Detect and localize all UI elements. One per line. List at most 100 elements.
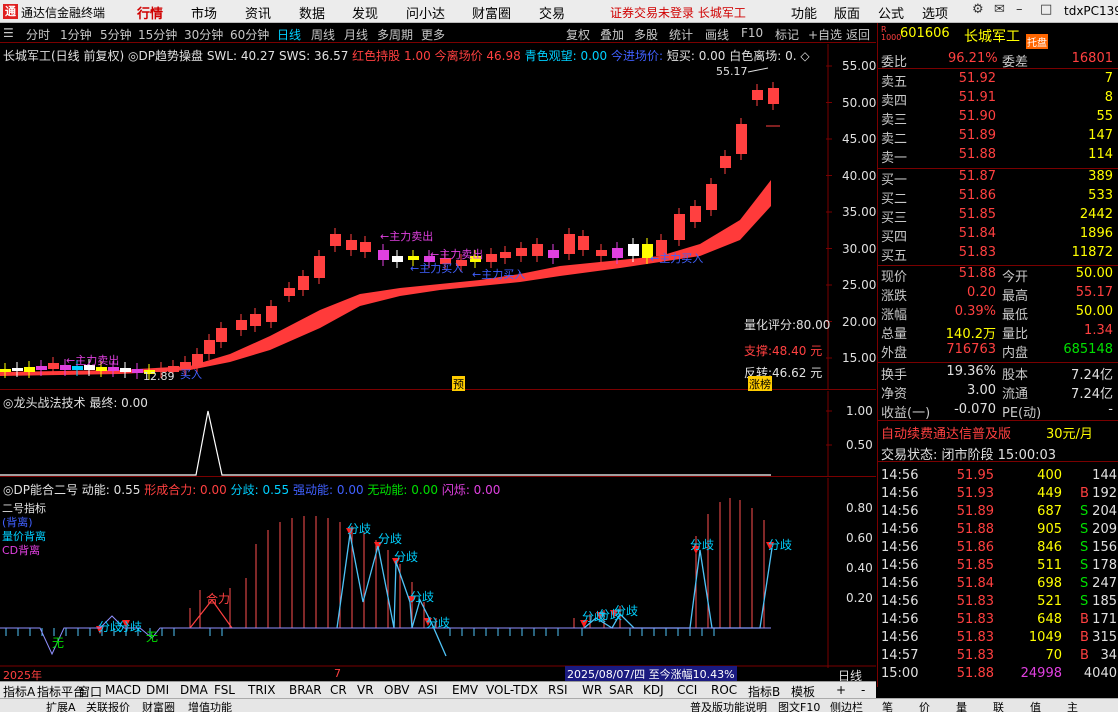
stock-header: R 1000 601606 长城军工 托盘 <box>878 26 1118 49</box>
toolbar-adjust[interactable]: 复权 <box>566 26 590 43</box>
bid-row[interactable]: 买一 51.87 389 <box>878 169 1118 188</box>
bid-row[interactable]: 买四 51.84 1896 <box>878 226 1118 245</box>
menu-layout[interactable]: 版面 <box>834 3 860 22</box>
bottom-tab[interactable]: 扩展A <box>46 699 76 712</box>
indicator-tab[interactable]: ROC <box>711 683 737 697</box>
quote-tab[interactable]: 主 <box>1067 699 1078 712</box>
indicator-tab[interactable]: DMI <box>146 683 169 697</box>
menu-wealth[interactable]: 财富圈 <box>472 3 511 22</box>
indicator-tab[interactable]: VOL-TDX <box>486 683 538 697</box>
indicator-tab-right[interactable]: + <box>836 683 846 697</box>
period-multi[interactable]: 多周期 <box>377 26 413 43</box>
price-tick: 55.00 <box>842 59 877 73</box>
toolbar-draw[interactable]: 画线 <box>705 26 729 43</box>
toolbar-mark[interactable]: 标记 <box>775 26 799 43</box>
quote-tab[interactable]: 联 <box>993 699 1004 712</box>
toolbar-overlay[interactable]: 叠加 <box>600 26 624 43</box>
indicator-tab[interactable]: DMA <box>180 683 208 697</box>
indicator-tab[interactable]: VR <box>357 683 374 697</box>
bid-row[interactable]: 买五 51.83 11872 <box>878 245 1118 264</box>
period-5min[interactable]: 5分钟 <box>100 26 132 43</box>
toolbar-stats[interactable]: 统计 <box>669 26 693 43</box>
indicator-tab[interactable]: CCI <box>677 683 697 697</box>
indicator-tab[interactable]: SAR <box>609 683 633 697</box>
bid-row[interactable]: 买二 51.86 533 <box>878 188 1118 207</box>
period-1min[interactable]: 1分钟 <box>60 26 92 43</box>
menu-market[interactable]: 市场 <box>191 3 217 22</box>
toolbar-multistock[interactable]: 多股 <box>634 26 658 43</box>
period-daily[interactable]: 日线 <box>277 26 301 43</box>
ask-row[interactable]: 卖二 51.89 147 <box>878 128 1118 147</box>
period-30min[interactable]: 30分钟 <box>184 26 223 43</box>
quote-panel: R 1000 601606 长城军工 托盘 委比 96.21% 委差 16801 … <box>877 23 1118 687</box>
menu-trade[interactable]: 交易 <box>539 3 565 22</box>
menu-news[interactable]: 资讯 <box>245 3 271 22</box>
quote-tab[interactable]: 价 <box>919 699 930 712</box>
candle <box>250 314 261 326</box>
promo-row[interactable]: 自动续费通达信普及版 30元/月 <box>878 423 1118 442</box>
period-monthly[interactable]: 月线 <box>344 26 368 43</box>
minimize-icon[interactable]: – <box>1016 2 1023 17</box>
menu-discover[interactable]: 发现 <box>352 3 378 22</box>
close-indicator-icon[interactable]: ◇ <box>800 49 809 63</box>
quote-tab[interactable]: 值 <box>1030 699 1041 712</box>
bottom-tab-right[interactable]: 普及版功能说明 <box>690 699 767 712</box>
bottom-tab-right[interactable]: 图文F10 <box>778 699 820 712</box>
forecast-badge[interactable]: 预 <box>452 376 465 392</box>
indicator-tab[interactable]: WR <box>582 683 602 697</box>
trend-band <box>0 180 771 376</box>
ask-row[interactable]: 卖四 51.91 8 <box>878 90 1118 109</box>
dragon-indicator-pane[interactable]: ◎龙头战法技术 最终: 0.00 1.00 0.50 <box>0 391 876 477</box>
indicator-tab[interactable]: TRIX <box>248 683 275 697</box>
bid-row[interactable]: 买三 51.85 2442 <box>878 207 1118 226</box>
message-icon[interactable]: ✉ <box>994 2 1005 17</box>
period-fenshi[interactable]: 分时 <box>26 26 50 43</box>
candle <box>392 256 403 262</box>
quote-tab[interactable]: 量 <box>956 699 967 712</box>
menu-quotes[interactable]: 行情 <box>137 3 163 22</box>
ask-row[interactable]: 卖五 51.92 7 <box>878 71 1118 90</box>
menu-function[interactable]: 功能 <box>791 3 817 22</box>
bottom-tab[interactable]: 关联报价 <box>86 699 130 712</box>
bottom-tab[interactable]: 增值功能 <box>188 699 232 712</box>
period-15min[interactable]: 15分钟 <box>138 26 177 43</box>
support-price: 支撑:48.40 元 <box>744 344 823 358</box>
toolbar-add-watchlist[interactable]: +自选 <box>808 26 842 43</box>
login-notice[interactable]: 证券交易未登录 长城军工 <box>610 4 746 21</box>
period-more[interactable]: 更多 <box>421 26 445 43</box>
indicator-tab[interactable]: MACD <box>105 683 141 697</box>
indicator-tab[interactable]: KDJ <box>643 683 664 697</box>
indicator-tab[interactable]: EMV <box>452 683 478 697</box>
user-label[interactable]: tdxPC139 <box>1064 4 1118 18</box>
bottom-tab-right[interactable]: 侧边栏 <box>830 699 863 712</box>
limit-up-badge[interactable]: 涨榜 <box>748 376 772 392</box>
quote-tab[interactable]: 笔 <box>882 699 893 712</box>
candle <box>486 254 497 262</box>
menu-formula[interactable]: 公式 <box>878 3 904 22</box>
indicator-tab[interactable]: RSI <box>548 683 568 697</box>
ask-row[interactable]: 卖三 51.90 55 <box>878 109 1118 128</box>
menu-icon[interactable]: ☰ <box>3 26 14 40</box>
indicator-tab[interactable]: FSL <box>214 683 235 697</box>
indicator-tab[interactable]: CR <box>330 683 347 697</box>
bottom-tab[interactable]: 财富圈 <box>142 699 175 712</box>
period-60min[interactable]: 60分钟 <box>230 26 269 43</box>
settings-icon[interactable]: ⚙ <box>972 2 984 17</box>
dp-indicator-pane[interactable]: ◎DP能合二号 动能: 0.55 形成合力: 0.00 分歧: 0.55 强动能… <box>0 478 876 683</box>
toolbar-f10[interactable]: F10 <box>741 26 763 40</box>
candle <box>36 366 47 370</box>
candlestick-pane[interactable]: 55.17 12.89 ←主力卖出 ←主力卖出 ←主力卖出 ←主力买入 ←主力买… <box>0 44 877 392</box>
menu-options[interactable]: 选项 <box>922 3 948 22</box>
period-weekly[interactable]: 周线 <box>311 26 335 43</box>
indicator-tab[interactable]: OBV <box>384 683 410 697</box>
candle <box>314 256 325 278</box>
toolbar-back[interactable]: 返回 <box>846 26 870 43</box>
menu-ask[interactable]: 问小达 <box>406 3 445 22</box>
ask-row[interactable]: 卖一 51.88 114 <box>878 147 1118 166</box>
indicator-tab-right[interactable]: - <box>861 683 865 697</box>
menu-data[interactable]: 数据 <box>299 3 325 22</box>
indicator-tab[interactable]: BRAR <box>289 683 322 697</box>
indicator-tab[interactable]: ASI <box>418 683 437 697</box>
maximize-icon[interactable]: □ <box>1040 2 1052 17</box>
tick-row: 15:00 51.88 24998 4040 <box>881 666 1117 681</box>
